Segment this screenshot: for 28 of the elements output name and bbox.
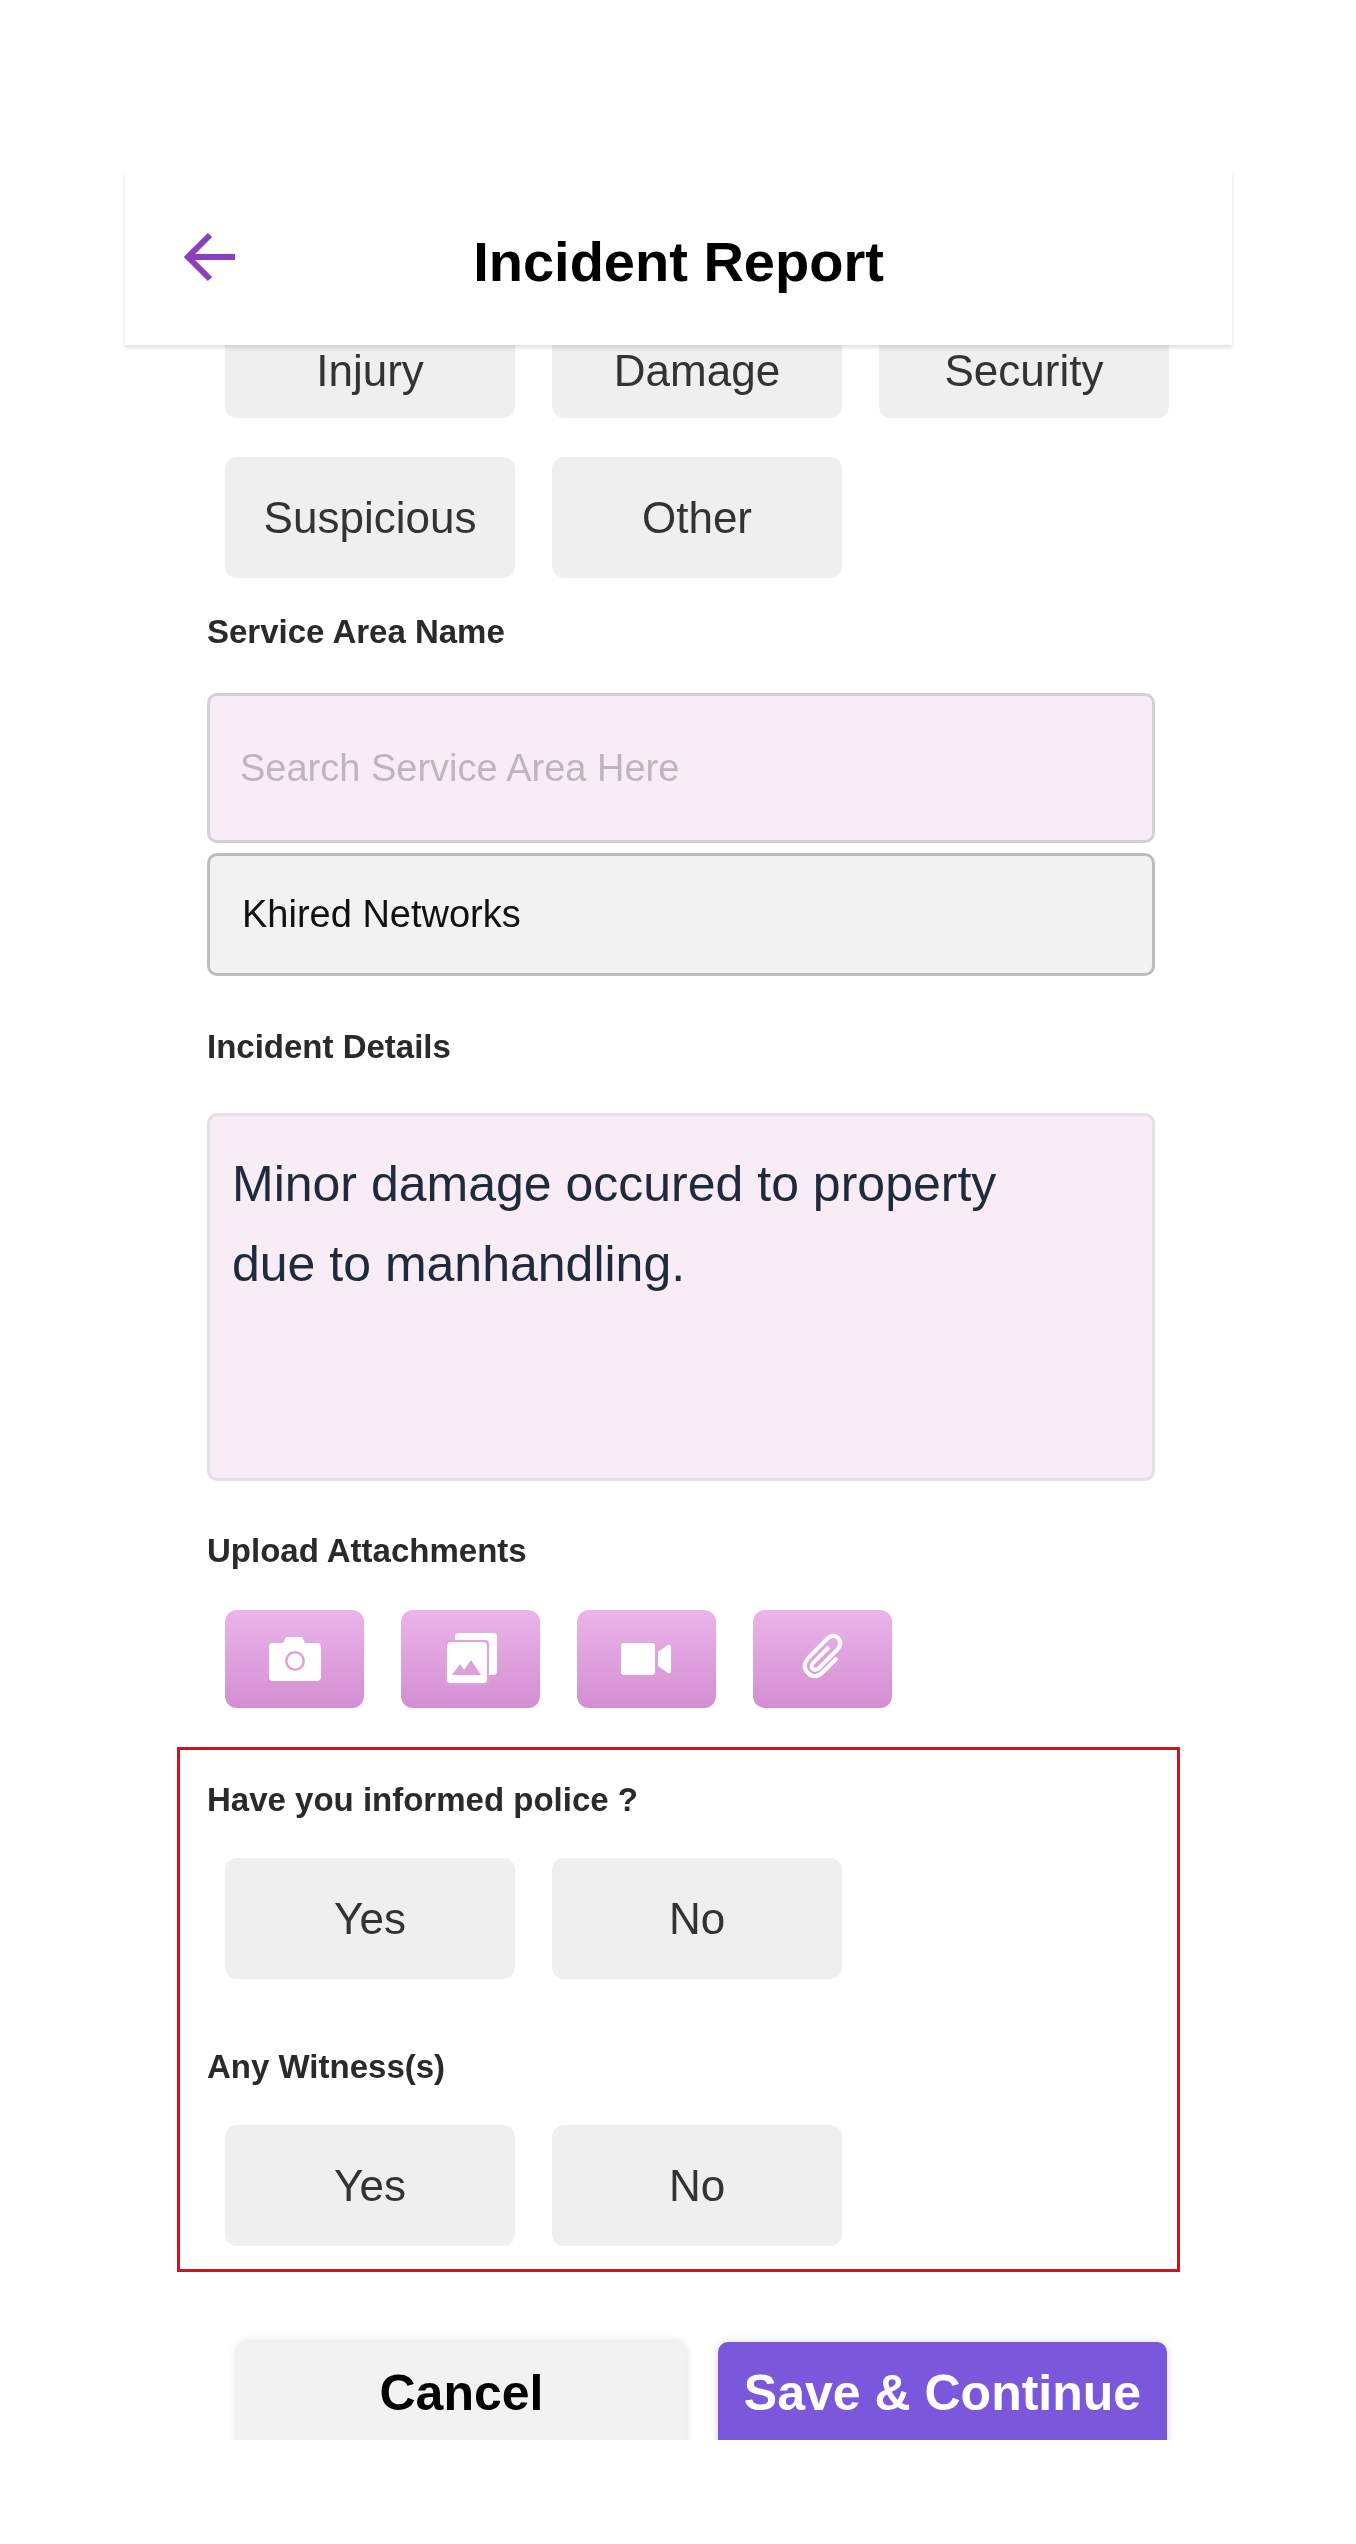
video-camera-icon	[620, 1643, 673, 1675]
question-label: Have you informed police ?	[207, 1780, 638, 1820]
incident-type-chip[interactable]: Other	[552, 457, 842, 578]
search-field[interactable]: Search Service Area Here	[207, 693, 1155, 843]
camera-button[interactable]	[225, 1610, 364, 1708]
incident-type-chip[interactable]: Suspicious	[225, 457, 515, 578]
gallery-button[interactable]	[401, 1610, 540, 1708]
attach-file-button[interactable]	[753, 1610, 892, 1708]
service-area-option[interactable]: Khired Networks	[207, 853, 1155, 976]
field-label: Upload Attachments	[207, 1531, 527, 1571]
incident-type-chip[interactable]: Injury	[225, 345, 515, 418]
answer-chip[interactable]: Yes	[225, 1858, 515, 1979]
answer-chip[interactable]: No	[552, 2125, 842, 2246]
field-label: Incident Details	[207, 1027, 451, 1067]
details-field[interactable]: Minor damage occured to property due to manhandling.	[207, 1113, 1155, 1481]
cancel-button[interactable]: Cancel	[237, 2342, 686, 2440]
incident-type-chip[interactable]: Security	[879, 345, 1169, 418]
field-label: Service Area Name	[207, 612, 505, 652]
incident-type-chip[interactable]: Damage	[552, 345, 842, 418]
answer-chip[interactable]: No	[552, 1858, 842, 1979]
video-button[interactable]	[577, 1610, 716, 1708]
back-arrow-icon[interactable]	[183, 232, 237, 282]
images-icon	[444, 1633, 497, 1685]
screen-title: Incident Report	[473, 229, 884, 294]
question-label: Any Witness(s)	[207, 2047, 446, 2087]
save-continue-button[interactable]: Save & Continue	[718, 2342, 1167, 2440]
camera-icon	[268, 1637, 321, 1681]
answer-chip[interactable]: Yes	[225, 2125, 515, 2246]
